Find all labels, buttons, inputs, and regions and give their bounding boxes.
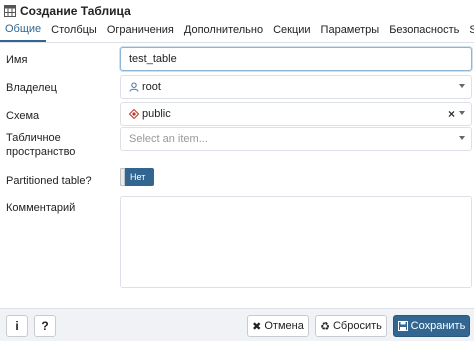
save-button[interactable]: Сохранить [393, 315, 470, 337]
tablespace-select[interactable]: Select an item... [120, 127, 472, 151]
comment-textarea[interactable] [120, 196, 472, 288]
tab-advanced[interactable]: Дополнительно [179, 22, 268, 42]
schema-value: public [142, 108, 171, 120]
dialog-footer: i ? ✖ Отмена ♻ Сбросить Сохранить [0, 308, 474, 341]
tab-partitions[interactable]: Секции [268, 22, 315, 42]
toggle-handle [120, 168, 125, 186]
tablespace-label: Табличное пространство [6, 131, 75, 159]
tablespace-label-line1: Табличное [6, 132, 61, 144]
info-button[interactable]: i [6, 315, 28, 337]
schema-select[interactable]: public × [120, 102, 472, 126]
tab-columns[interactable]: Столбцы [46, 22, 102, 42]
owner-label: Владелец [6, 82, 57, 94]
tablespace-placeholder: Select an item... [129, 133, 208, 145]
name-input[interactable]: test_table [120, 47, 472, 71]
tab-constraints[interactable]: Ограничения [102, 22, 179, 42]
tab-general[interactable]: Общие [0, 22, 47, 42]
partitioned-label: Partitioned table? [6, 175, 92, 187]
recycle-icon: ♻ [320, 320, 330, 333]
schema-icon [129, 109, 139, 119]
chevron-down-icon[interactable] [459, 111, 465, 115]
help-icon: ? [41, 319, 49, 333]
partitioned-toggle[interactable]: Нет [120, 168, 154, 186]
chevron-down-icon[interactable] [459, 136, 465, 140]
schema-label: Схема [6, 110, 40, 122]
tablespace-label-line2: пространство [6, 146, 76, 158]
save-icon [397, 321, 408, 331]
comment-label: Комментарий [6, 202, 76, 214]
name-label: Имя [6, 54, 28, 66]
save-label: Сохранить [410, 320, 466, 332]
user-icon [129, 82, 139, 92]
tab-security[interactable]: Безопасность [384, 22, 464, 42]
owner-value: root [142, 81, 161, 93]
reset-button[interactable]: ♻ Сбросить [315, 315, 387, 337]
close-icon: ✖ [252, 320, 262, 333]
info-icon: i [15, 319, 19, 333]
dialog-titlebar[interactable]: Создание Таблица [0, 0, 474, 22]
partitioned-value: Нет [130, 172, 146, 182]
cancel-button[interactable]: ✖ Отмена [247, 315, 309, 337]
table-icon [4, 5, 16, 17]
owner-select[interactable]: root [120, 75, 472, 99]
dialog-title: Создание Таблица [20, 4, 131, 18]
chevron-down-icon[interactable] [459, 84, 465, 88]
tab-bar: Общие Столбцы Ограничения Дополнительно … [0, 22, 474, 43]
reset-label: Сбросить [332, 320, 382, 332]
name-value: test_table [129, 53, 177, 65]
tab-sql[interactable]: SQL [464, 22, 474, 42]
tab-parameters[interactable]: Параметры [316, 22, 385, 42]
clear-icon[interactable]: × [448, 107, 455, 121]
help-button[interactable]: ? [34, 315, 56, 337]
cancel-label: Отмена [264, 320, 304, 332]
